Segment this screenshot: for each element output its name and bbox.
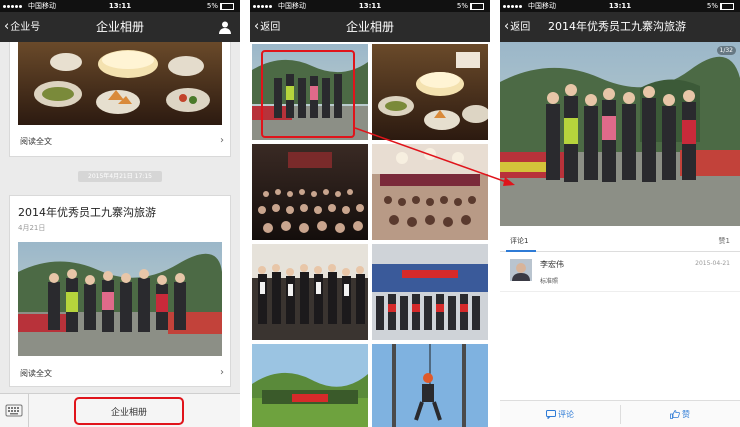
album-menu-button[interactable]: 企业相册 — [74, 397, 184, 425]
photo-counter: 1/32 — [716, 46, 736, 55]
comment-author: 李宏伟 — [540, 260, 564, 269]
timestamp-chip: 2015年4月21日 17:15 — [78, 171, 162, 182]
article-title: 2014年优秀员工九寨沟旅游 — [18, 206, 156, 219]
group-photo — [18, 242, 222, 356]
comment-item: 李宏伟 2015-04-21 标准照 — [500, 251, 740, 292]
album-thumb-climbing[interactable] — [372, 344, 488, 427]
chevron-right-icon: › — [220, 367, 224, 378]
comment-button[interactable]: 评论 — [500, 401, 620, 427]
page-title: 企业相册 — [345, 20, 394, 34]
nav-bar: ‹返回 2014年优秀员工九寨沟旅游 — [500, 12, 740, 42]
comment-like-tabs: 评论1 赞1 — [500, 231, 740, 252]
selected-photo-highlight — [261, 50, 355, 138]
back-button[interactable]: ‹返回 — [504, 12, 530, 43]
article-date: 4月21日 — [18, 224, 46, 232]
album-thumb-cake[interactable] — [372, 44, 488, 140]
phone-screen-account: 中国移动 13:11 5% ‹企业号 企业相册 阅读全文 › 2015年4月21… — [0, 0, 240, 427]
phone-screen-album: 中国移动 13:11 5% ‹返回 企业相册 — [250, 0, 490, 427]
battery-icon — [470, 2, 484, 10]
status-bar: 中国移动 13:11 5% — [500, 0, 740, 12]
comment-date: 2015-04-21 — [695, 260, 730, 267]
keyboard-icon — [5, 404, 23, 417]
nav-bar: ‹返回 企业相册 — [250, 12, 490, 42]
status-bar: 中国移动 13:11 5% — [0, 0, 240, 12]
album-thumb-auditorium[interactable] — [252, 144, 368, 240]
clock: 13:11 — [358, 2, 382, 10]
chevron-right-icon: › — [220, 135, 224, 146]
read-full-link[interactable]: 阅读全文 — [20, 368, 52, 379]
battery-indicator: 5% — [707, 0, 734, 12]
thumbs-up-icon — [670, 410, 680, 419]
chevron-left-icon: ‹ — [504, 19, 510, 34]
comment-bubble-icon — [546, 410, 556, 420]
nav-bar: ‹企业号 企业相册 — [0, 12, 240, 42]
tab-likes[interactable]: 赞1 — [719, 236, 730, 246]
album-thumb-award[interactable] — [372, 244, 488, 340]
action-bar: 评论 赞 — [500, 400, 740, 427]
tab-comments[interactable]: 评论1 — [510, 236, 528, 246]
status-bar: 中国移动 13:11 5% — [250, 0, 490, 12]
album-thumb-stage[interactable] — [252, 244, 368, 340]
bottom-menu-bar: 企业相册 — [0, 393, 240, 427]
read-full-link[interactable]: 阅读全文 — [20, 136, 52, 147]
battery-icon — [220, 2, 234, 10]
article-card-cake[interactable]: 阅读全文 › — [9, 42, 231, 157]
battery-icon — [720, 2, 734, 10]
page-title: 2014年优秀员工九寨沟旅游 — [548, 20, 686, 33]
comment-text: 标准照 — [540, 278, 559, 285]
clock: 13:11 — [108, 2, 132, 10]
person-icon[interactable] — [218, 20, 232, 34]
article-card-trip[interactable]: 2014年优秀员工九寨沟旅游 4月21日 阅读全文 › — [9, 195, 231, 387]
battery-indicator: 5% — [457, 0, 484, 12]
page-title: 企业相册 — [95, 20, 144, 34]
battery-indicator: 5% — [207, 0, 234, 12]
like-button[interactable]: 赞 — [620, 401, 740, 427]
photo-viewer[interactable]: 1/32 — [500, 42, 740, 226]
phone-screen-photo-detail: 中国移动 13:11 5% ‹返回 2014年优秀员工九寨沟旅游 1/32 评论… — [500, 0, 740, 427]
keyboard-toggle[interactable] — [0, 394, 29, 427]
album-thumb-outdoor-team[interactable] — [252, 344, 368, 427]
cake-photo — [18, 42, 222, 125]
clock: 13:11 — [608, 2, 632, 10]
album-thumb-banquet[interactable] — [372, 144, 488, 240]
avatar[interactable] — [510, 259, 532, 281]
